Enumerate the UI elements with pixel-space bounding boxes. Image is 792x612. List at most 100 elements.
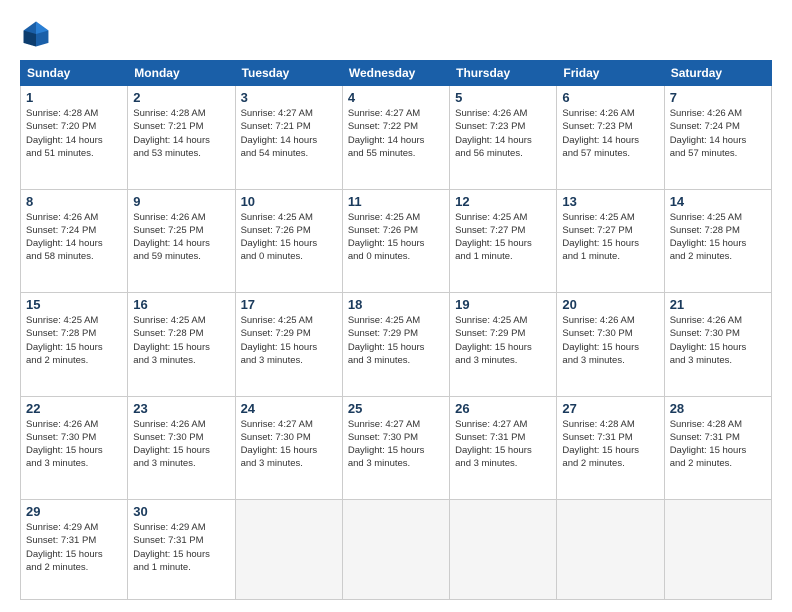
- day-info: Sunrise: 4:28 AM Sunset: 7:31 PM Dayligh…: [670, 418, 766, 471]
- day-cell-4: 4 Sunrise: 4:27 AM Sunset: 7:22 PM Daylig…: [342, 86, 449, 190]
- day-number: 17: [241, 297, 337, 312]
- day-cell-19: 19 Sunrise: 4:25 AM Sunset: 7:29 PM Dayli…: [450, 293, 557, 397]
- day-number: 11: [348, 194, 444, 209]
- day-number: 27: [562, 401, 658, 416]
- day-info: Sunrise: 4:26 AM Sunset: 7:23 PM Dayligh…: [562, 107, 658, 160]
- calendar-table: SundayMondayTuesdayWednesdayThursdayFrid…: [20, 60, 772, 600]
- day-cell-23: 23 Sunrise: 4:26 AM Sunset: 7:30 PM Dayli…: [128, 396, 235, 500]
- day-number: 24: [241, 401, 337, 416]
- day-cell-11: 11 Sunrise: 4:25 AM Sunset: 7:26 PM Dayli…: [342, 189, 449, 293]
- day-number: 15: [26, 297, 122, 312]
- day-cell-15: 15 Sunrise: 4:25 AM Sunset: 7:28 PM Dayli…: [21, 293, 128, 397]
- day-number: 5: [455, 90, 551, 105]
- day-info: Sunrise: 4:26 AM Sunset: 7:30 PM Dayligh…: [133, 418, 229, 471]
- empty-cell: [450, 500, 557, 600]
- day-number: 13: [562, 194, 658, 209]
- day-number: 30: [133, 504, 229, 519]
- day-cell-28: 28 Sunrise: 4:28 AM Sunset: 7:31 PM Dayli…: [664, 396, 771, 500]
- day-cell-27: 27 Sunrise: 4:28 AM Sunset: 7:31 PM Dayli…: [557, 396, 664, 500]
- logo: [20, 18, 56, 50]
- day-info: Sunrise: 4:25 AM Sunset: 7:27 PM Dayligh…: [562, 211, 658, 264]
- day-cell-24: 24 Sunrise: 4:27 AM Sunset: 7:30 PM Dayli…: [235, 396, 342, 500]
- day-number: 1: [26, 90, 122, 105]
- day-number: 8: [26, 194, 122, 209]
- col-header-friday: Friday: [557, 61, 664, 86]
- day-info: Sunrise: 4:25 AM Sunset: 7:29 PM Dayligh…: [241, 314, 337, 367]
- day-cell-2: 2 Sunrise: 4:28 AM Sunset: 7:21 PM Daylig…: [128, 86, 235, 190]
- day-cell-17: 17 Sunrise: 4:25 AM Sunset: 7:29 PM Dayli…: [235, 293, 342, 397]
- day-cell-29: 29 Sunrise: 4:29 AM Sunset: 7:31 PM Dayli…: [21, 500, 128, 600]
- day-info: Sunrise: 4:27 AM Sunset: 7:22 PM Dayligh…: [348, 107, 444, 160]
- day-info: Sunrise: 4:26 AM Sunset: 7:25 PM Dayligh…: [133, 211, 229, 264]
- day-info: Sunrise: 4:26 AM Sunset: 7:30 PM Dayligh…: [26, 418, 122, 471]
- day-number: 4: [348, 90, 444, 105]
- day-cell-6: 6 Sunrise: 4:26 AM Sunset: 7:23 PM Daylig…: [557, 86, 664, 190]
- day-number: 23: [133, 401, 229, 416]
- day-cell-1: 1 Sunrise: 4:28 AM Sunset: 7:20 PM Daylig…: [21, 86, 128, 190]
- day-number: 22: [26, 401, 122, 416]
- day-number: 10: [241, 194, 337, 209]
- day-info: Sunrise: 4:25 AM Sunset: 7:29 PM Dayligh…: [348, 314, 444, 367]
- day-info: Sunrise: 4:28 AM Sunset: 7:31 PM Dayligh…: [562, 418, 658, 471]
- day-info: Sunrise: 4:25 AM Sunset: 7:27 PM Dayligh…: [455, 211, 551, 264]
- col-header-monday: Monday: [128, 61, 235, 86]
- day-number: 20: [562, 297, 658, 312]
- day-info: Sunrise: 4:25 AM Sunset: 7:26 PM Dayligh…: [241, 211, 337, 264]
- day-number: 2: [133, 90, 229, 105]
- day-cell-8: 8 Sunrise: 4:26 AM Sunset: 7:24 PM Daylig…: [21, 189, 128, 293]
- logo-icon: [20, 18, 52, 50]
- day-info: Sunrise: 4:25 AM Sunset: 7:28 PM Dayligh…: [133, 314, 229, 367]
- day-number: 16: [133, 297, 229, 312]
- col-header-saturday: Saturday: [664, 61, 771, 86]
- day-number: 29: [26, 504, 122, 519]
- day-number: 21: [670, 297, 766, 312]
- day-number: 12: [455, 194, 551, 209]
- day-info: Sunrise: 4:28 AM Sunset: 7:20 PM Dayligh…: [26, 107, 122, 160]
- day-info: Sunrise: 4:25 AM Sunset: 7:26 PM Dayligh…: [348, 211, 444, 264]
- header: [20, 18, 772, 50]
- day-info: Sunrise: 4:26 AM Sunset: 7:24 PM Dayligh…: [670, 107, 766, 160]
- day-number: 18: [348, 297, 444, 312]
- day-cell-3: 3 Sunrise: 4:27 AM Sunset: 7:21 PM Daylig…: [235, 86, 342, 190]
- day-info: Sunrise: 4:26 AM Sunset: 7:24 PM Dayligh…: [26, 211, 122, 264]
- day-number: 28: [670, 401, 766, 416]
- col-header-thursday: Thursday: [450, 61, 557, 86]
- day-number: 6: [562, 90, 658, 105]
- day-number: 14: [670, 194, 766, 209]
- day-cell-7: 7Sunrise: 4:26 AM Sunset: 7:24 PM Daylig…: [664, 86, 771, 190]
- day-number: 19: [455, 297, 551, 312]
- day-cell-18: 18 Sunrise: 4:25 AM Sunset: 7:29 PM Dayli…: [342, 293, 449, 397]
- day-info: Sunrise: 4:27 AM Sunset: 7:30 PM Dayligh…: [348, 418, 444, 471]
- col-header-wednesday: Wednesday: [342, 61, 449, 86]
- day-cell-10: 10 Sunrise: 4:25 AM Sunset: 7:26 PM Dayli…: [235, 189, 342, 293]
- day-cell-30: 30 Sunrise: 4:29 AM Sunset: 7:31 PM Dayli…: [128, 500, 235, 600]
- day-cell-21: 21Sunrise: 4:26 AM Sunset: 7:30 PM Dayli…: [664, 293, 771, 397]
- day-number: 9: [133, 194, 229, 209]
- day-info: Sunrise: 4:27 AM Sunset: 7:31 PM Dayligh…: [455, 418, 551, 471]
- calendar-page: SundayMondayTuesdayWednesdayThursdayFrid…: [0, 0, 792, 612]
- day-cell-16: 16 Sunrise: 4:25 AM Sunset: 7:28 PM Dayli…: [128, 293, 235, 397]
- day-info: Sunrise: 4:25 AM Sunset: 7:28 PM Dayligh…: [26, 314, 122, 367]
- day-info: Sunrise: 4:27 AM Sunset: 7:30 PM Dayligh…: [241, 418, 337, 471]
- day-cell-5: 5 Sunrise: 4:26 AM Sunset: 7:23 PM Daylig…: [450, 86, 557, 190]
- day-cell-22: 22 Sunrise: 4:26 AM Sunset: 7:30 PM Dayli…: [21, 396, 128, 500]
- day-info: Sunrise: 4:28 AM Sunset: 7:21 PM Dayligh…: [133, 107, 229, 160]
- day-info: Sunrise: 4:25 AM Sunset: 7:29 PM Dayligh…: [455, 314, 551, 367]
- empty-cell: [557, 500, 664, 600]
- day-info: Sunrise: 4:29 AM Sunset: 7:31 PM Dayligh…: [26, 521, 122, 574]
- day-info: Sunrise: 4:25 AM Sunset: 7:28 PM Dayligh…: [670, 211, 766, 264]
- empty-cell: [664, 500, 771, 600]
- day-info: Sunrise: 4:26 AM Sunset: 7:30 PM Dayligh…: [562, 314, 658, 367]
- day-info: Sunrise: 4:26 AM Sunset: 7:23 PM Dayligh…: [455, 107, 551, 160]
- day-cell-20: 20 Sunrise: 4:26 AM Sunset: 7:30 PM Dayli…: [557, 293, 664, 397]
- col-header-tuesday: Tuesday: [235, 61, 342, 86]
- day-cell-9: 9 Sunrise: 4:26 AM Sunset: 7:25 PM Daylig…: [128, 189, 235, 293]
- day-cell-26: 26Sunrise: 4:27 AM Sunset: 7:31 PM Dayli…: [450, 396, 557, 500]
- empty-cell: [342, 500, 449, 600]
- col-header-sunday: Sunday: [21, 61, 128, 86]
- day-info: Sunrise: 4:27 AM Sunset: 7:21 PM Dayligh…: [241, 107, 337, 160]
- day-cell-13: 13 Sunrise: 4:25 AM Sunset: 7:27 PM Dayli…: [557, 189, 664, 293]
- day-info: Sunrise: 4:29 AM Sunset: 7:31 PM Dayligh…: [133, 521, 229, 574]
- day-number: 3: [241, 90, 337, 105]
- day-cell-12: 12 Sunrise: 4:25 AM Sunset: 7:27 PM Dayli…: [450, 189, 557, 293]
